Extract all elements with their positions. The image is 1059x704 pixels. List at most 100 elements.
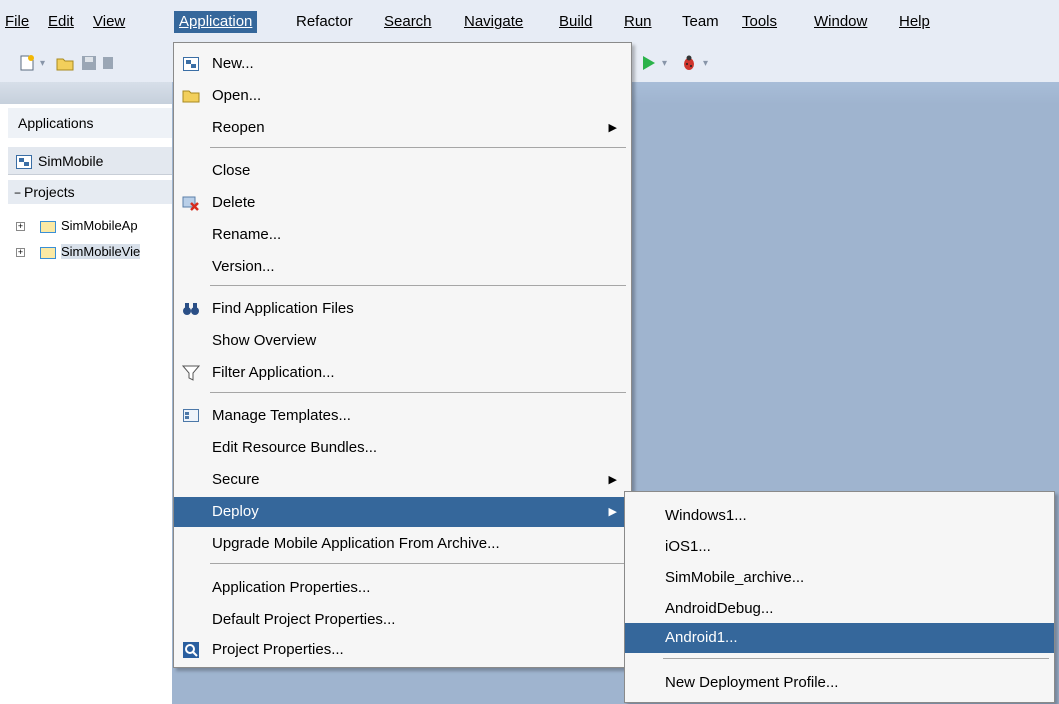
chevron-down-icon[interactable]: ▾ [703, 58, 708, 69]
menu-item-upgrade-mobile-application[interactable]: Upgrade Mobile Application From Archive.… [174, 529, 631, 559]
menu-view-label: View [93, 13, 126, 30]
debug-icon[interactable] [680, 54, 698, 72]
project-label: SimMobileVie [61, 244, 141, 259]
menu-navigate[interactable]: Navigate [459, 11, 528, 33]
menu-edit-label: Edit [48, 13, 74, 30]
deploy-item-label: Android1... [665, 629, 738, 646]
deploy-item-ios1[interactable]: iOS1... [625, 532, 1054, 562]
menu-item-label: Secure [212, 471, 260, 488]
collapse-icon[interactable]: − [14, 186, 21, 200]
deploy-item-android1[interactable]: Android1... [625, 623, 1054, 653]
menu-build-label: Build [559, 13, 593, 30]
deploy-item-simmobile-archive[interactable]: SimMobile_archive... [625, 563, 1054, 593]
menu-help-label: Help [899, 13, 930, 30]
menu-item-default-project-properties[interactable]: Default Project Properties... [174, 605, 631, 635]
application-menu: New... Open... Reopen ▶ Close Delete Ren… [173, 42, 632, 668]
menu-item-label: New... [212, 55, 254, 72]
save-icon[interactable] [80, 54, 98, 72]
menu-item-version[interactable]: Version... [174, 252, 631, 282]
application-selector-label: SimMobile [38, 153, 104, 169]
folder-icon [40, 220, 56, 233]
menu-item-deploy[interactable]: Deploy ▶ [174, 497, 631, 527]
applications-title: Applications [8, 108, 172, 138]
menu-item-filter-application[interactable]: Filter Application... [174, 358, 631, 388]
binoculars-icon [183, 303, 199, 315]
run-icon[interactable] [640, 54, 658, 72]
menu-view[interactable]: View [88, 11, 130, 33]
menu-refactor[interactable]: Refactor [291, 11, 358, 33]
menu-search[interactable]: Search [379, 11, 437, 33]
deploy-submenu: Windows1... iOS1... SimMobile_archive...… [624, 491, 1055, 703]
application-selector[interactable]: SimMobile [8, 147, 172, 175]
menu-team[interactable]: Team [677, 11, 724, 33]
menu-item-rename[interactable]: Rename... [174, 220, 631, 250]
deploy-item-androiddebug[interactable]: AndroidDebug... [625, 594, 1054, 624]
menu-item-find-application-files[interactable]: Find Application Files [174, 294, 631, 324]
menu-item-label: Close [212, 162, 251, 179]
chevron-down-icon[interactable]: ▾ [40, 58, 45, 69]
menu-item-secure[interactable]: Secure ▶ [174, 465, 631, 495]
menu-search-label: Search [384, 13, 432, 30]
submenu-arrow-icon: ▶ [608, 474, 617, 486]
open-folder-icon[interactable] [56, 54, 74, 72]
menu-item-open[interactable]: Open... [174, 81, 631, 111]
templates-icon [183, 409, 199, 422]
project-tree-item[interactable]: + SimMobileAp [16, 216, 138, 236]
menu-run[interactable]: Run [619, 11, 657, 33]
menu-tools[interactable]: Tools [737, 11, 782, 33]
menu-navigate-label: Navigate [464, 13, 524, 30]
save-all-icon[interactable] [101, 54, 119, 72]
menu-item-close[interactable]: Close [174, 156, 631, 186]
menu-item-label: Project Properties... [212, 641, 344, 658]
project-tree-item[interactable]: + SimMobileVie [16, 242, 141, 262]
menu-window[interactable]: Window [809, 11, 872, 33]
menu-application[interactable]: Application [174, 11, 258, 33]
menu-item-label: Show Overview [212, 332, 317, 349]
projects-label: Projects [24, 184, 75, 200]
menu-item-label: Edit Resource Bundles... [212, 439, 378, 456]
menu-separator [210, 285, 626, 286]
menu-file[interactable]: File [0, 11, 34, 33]
menu-item-reopen[interactable]: Reopen ▶ [174, 113, 631, 143]
deploy-item-label: SimMobile_archive... [665, 569, 805, 586]
folder-icon [40, 246, 56, 259]
project-label: SimMobileAp [61, 218, 138, 233]
menu-item-show-overview[interactable]: Show Overview [174, 326, 631, 356]
menu-run-label: Run [624, 13, 652, 30]
new-application-icon [183, 57, 199, 71]
menu-item-label: Delete [212, 194, 256, 211]
menu-item-manage-templates[interactable]: Manage Templates... [174, 401, 631, 431]
menu-item-application-properties[interactable]: Application Properties... [174, 573, 631, 603]
deploy-item-windows1[interactable]: Windows1... [625, 501, 1054, 531]
menu-item-project-properties[interactable]: Project Properties... [174, 635, 631, 665]
menu-bar: File Edit View Application Refactor Sear… [0, 0, 1059, 42]
applications-panel [0, 82, 172, 704]
menu-window-label: Window [814, 13, 868, 30]
menu-file-label: File [5, 13, 30, 30]
project-properties-icon [183, 642, 199, 658]
menu-item-delete[interactable]: Delete [174, 188, 631, 218]
chevron-down-icon[interactable]: ▾ [662, 58, 667, 69]
menu-item-label: Manage Templates... [212, 407, 351, 424]
menu-item-label: Reopen [212, 119, 265, 136]
menu-item-label: Deploy [212, 503, 259, 520]
expand-icon[interactable]: + [16, 222, 25, 232]
menu-build[interactable]: Build [554, 11, 597, 33]
menu-separator [663, 658, 1049, 659]
menu-help[interactable]: Help [894, 11, 935, 33]
menu-item-label: Open... [212, 87, 262, 104]
application-icon [16, 155, 32, 170]
new-file-icon[interactable] [18, 54, 36, 72]
menu-edit[interactable]: Edit [43, 11, 79, 33]
submenu-arrow-icon: ▶ [608, 122, 617, 134]
menu-item-label: Rename... [212, 226, 282, 243]
deploy-item-new-deployment-profile[interactable]: New Deployment Profile... [625, 668, 1054, 698]
projects-section[interactable]: − Projects [8, 180, 172, 204]
menu-item-label: Default Project Properties... [212, 611, 396, 628]
expand-icon[interactable]: + [16, 248, 25, 258]
menu-item-label: Find Application Files [212, 300, 354, 317]
menu-item-edit-resource-bundles[interactable]: Edit Resource Bundles... [174, 433, 631, 463]
menu-item-new[interactable]: New... [174, 49, 631, 79]
menu-separator [210, 147, 626, 148]
deploy-item-label: iOS1... [665, 538, 711, 555]
